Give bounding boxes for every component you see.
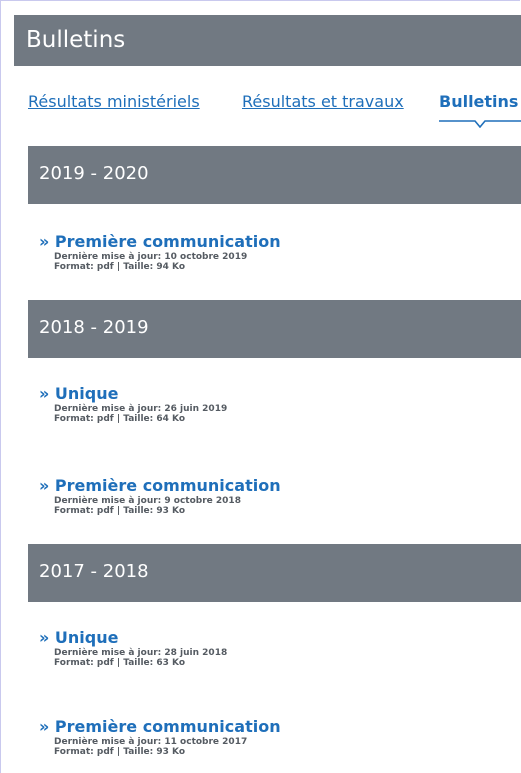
document-updated: Dernière mise à jour: 26 juin 2019 <box>54 404 228 414</box>
document-format: Format: pdf | Taille: 64 Ko <box>54 414 186 424</box>
tab-bulletins[interactable]: Bulletins <box>439 91 518 113</box>
section-header-2018-2019: 2018 - 2019 <box>28 300 521 358</box>
document-link[interactable]: » Première communication <box>39 717 509 737</box>
section-title: 2017 - 2018 <box>39 561 149 582</box>
document-updated: Dernière mise à jour: 28 juin 2018 <box>54 648 228 658</box>
document-format: Format: pdf | Taille: 93 Ko <box>54 747 186 757</box>
document-link[interactable]: » Première communication <box>39 232 509 252</box>
document-updated: Dernière mise à jour: 9 octobre 2018 <box>54 496 241 506</box>
document-item: » Première communication Dernière mise à… <box>39 476 509 516</box>
section-title: 2018 - 2019 <box>39 317 149 338</box>
document-updated: Dernière mise à jour: 11 octobre 2017 <box>54 737 248 747</box>
tab-resultats-et-travaux[interactable]: Résultats et travaux <box>242 91 404 113</box>
active-tab-indicator <box>439 120 521 128</box>
document-item: » Unique Dernière mise à jour: 28 juin 2… <box>39 628 509 668</box>
tab-resultats-ministeriels[interactable]: Résultats ministériels <box>28 91 200 113</box>
section-header-2017-2018: 2017 - 2018 <box>28 544 521 602</box>
tab-bar: Résultats ministériels Résultats et trav… <box>28 91 521 131</box>
document-updated: Dernière mise à jour: 10 octobre 2019 <box>54 252 248 262</box>
document-item: » Unique Dernière mise à jour: 26 juin 2… <box>39 384 509 424</box>
document-link[interactable]: » Unique <box>39 384 509 404</box>
section-title: 2019 - 2020 <box>39 163 149 184</box>
page-title: Bulletins <box>26 27 126 53</box>
document-link[interactable]: » Unique <box>39 628 509 648</box>
document-format: Format: pdf | Taille: 93 Ko <box>54 506 186 516</box>
document-format: Format: pdf | Taille: 63 Ko <box>54 658 186 668</box>
document-format: Format: pdf | Taille: 94 Ko <box>54 262 186 272</box>
document-item: » Première communication Dernière mise à… <box>39 232 509 272</box>
document-link[interactable]: » Première communication <box>39 476 509 496</box>
section-header-2019-2020: 2019 - 2020 <box>28 146 521 204</box>
page-header: Bulletins <box>14 15 521 66</box>
page-frame: Bulletins Résultats ministériels Résulta… <box>0 0 521 773</box>
document-item: » Première communication Dernière mise à… <box>39 717 509 757</box>
